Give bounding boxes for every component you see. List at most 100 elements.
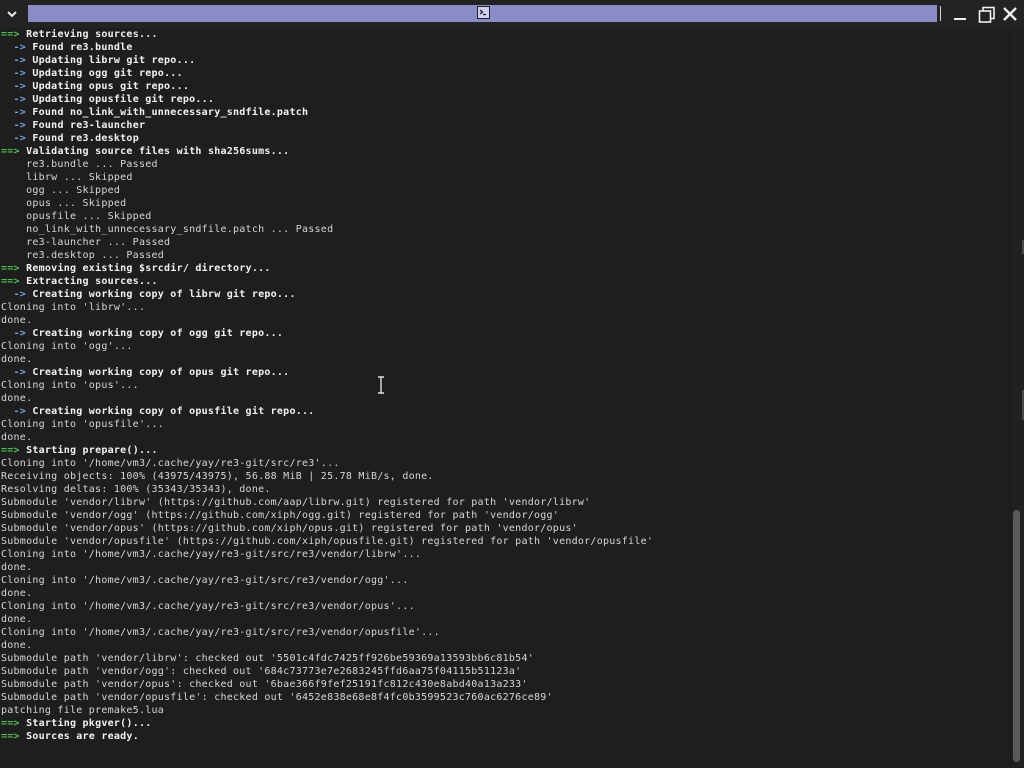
terminal-line: ==> Starting prepare()... [1, 444, 1009, 457]
terminal-icon [477, 6, 490, 19]
window-menu-button[interactable] [3, 5, 21, 23]
terminal-line: re3.bundle ... Passed [1, 159, 158, 170]
line-text: Creating working copy of ogg git repo... [32, 328, 284, 339]
terminal-line: Cloning into 'ogg'... [1, 341, 133, 352]
arrow-prefix: ==> [1, 445, 27, 456]
terminal-line: ==> Removing existing $srcdir/ directory… [1, 262, 1009, 275]
terminal-line: Submodule path 'vendor/opus': checked ou… [1, 679, 528, 690]
line-text: Creating working copy of opusfile git re… [32, 406, 315, 417]
minimize-icon [954, 18, 966, 20]
sub-arrow-prefix: -> [1, 406, 33, 417]
line-text: Starting pkgver()... [26, 718, 152, 729]
terminal-line: -> Creating working copy of opus git rep… [1, 366, 1009, 379]
terminal-line: opusfile ... Skipped [1, 211, 152, 222]
terminal-line: done. [1, 315, 33, 326]
terminal-line: ==> Validating source files with sha256s… [1, 145, 1009, 158]
terminal-line: Submodule 'vendor/opus' (https://github.… [1, 523, 578, 534]
line-text: Extracting sources... [26, 276, 158, 287]
sub-arrow-prefix: -> [1, 133, 33, 144]
terminal-line: Cloning into '/home/vm3/.cache/yay/re3-g… [1, 601, 415, 612]
minimize-button[interactable] [952, 6, 968, 22]
sub-arrow-prefix: -> [1, 120, 33, 131]
line-text: Updating opusfile git repo... [32, 94, 215, 105]
terminal-line: -> Found re3-launcher [1, 119, 1009, 132]
line-text: Validating source files with sha256sums.… [26, 146, 290, 157]
terminal-line: Submodule path 'vendor/opusfile': checke… [1, 692, 553, 703]
terminal-line: ==> Starting pkgver()... [1, 717, 1009, 730]
line-text: Found no_link_with_unnecessary_sndfile.p… [32, 107, 309, 118]
sub-arrow-prefix: -> [1, 94, 33, 105]
line-text: Found re3.desktop [32, 133, 139, 144]
terminal-line: Cloning into 'opus'... [1, 380, 139, 391]
line-text: Creating working copy of librw git repo.… [32, 289, 296, 300]
terminal-line: done. [1, 588, 33, 599]
terminal-line: -> Found no_link_with_unnecessary_sndfil… [1, 106, 1009, 119]
terminal-line: Submodule 'vendor/ogg' (https://github.c… [1, 510, 560, 521]
terminal-output[interactable]: ==> Retrieving sources... -> Found re3.b… [1, 28, 1009, 768]
maximize-button[interactable] [978, 6, 995, 23]
sub-arrow-prefix: -> [1, 81, 33, 92]
close-button[interactable] [1002, 6, 1018, 22]
line-text: Updating ogg git repo... [32, 68, 183, 79]
sub-arrow-prefix: -> [1, 289, 33, 300]
terminal-line: done. [1, 640, 33, 651]
sub-arrow-prefix: -> [1, 107, 33, 118]
window-titlebar [0, 0, 1024, 28]
terminal-line: Resolving deltas: 100% (35343/35343), do… [1, 484, 271, 495]
text-cursor-icon [378, 376, 384, 394]
line-text: Updating librw git repo... [32, 55, 196, 66]
close-icon [1003, 7, 1017, 21]
line-text: Updating opus git repo... [32, 81, 190, 92]
terminal-line: -> Creating working copy of librw git re… [1, 288, 1009, 301]
window-title-bar[interactable] [28, 5, 937, 22]
terminal-line: Submodule path 'vendor/librw': checked o… [1, 653, 534, 664]
terminal-line: librw ... Skipped [1, 172, 133, 183]
terminal-line: -> Updating opusfile git repo... [1, 93, 1009, 106]
terminal-line: Cloning into 'opusfile'... [1, 419, 165, 430]
terminal-line: Cloning into '/home/vm3/.cache/yay/re3-g… [1, 458, 340, 469]
terminal-line: Cloning into '/home/vm3/.cache/yay/re3-g… [1, 549, 422, 560]
terminal-line: Cloning into 'librw'... [1, 302, 146, 313]
terminal-line: Submodule 'vendor/opusfile' (https://git… [1, 536, 654, 547]
arrow-prefix: ==> [1, 276, 27, 287]
line-text: Creating working copy of opus git repo..… [32, 367, 290, 378]
arrow-prefix: ==> [1, 146, 27, 157]
terminal-line: re3.desktop ... Passed [1, 250, 165, 261]
terminal-line: -> Creating working copy of opusfile git… [1, 405, 1009, 418]
scrollbar-thumb[interactable] [1013, 510, 1020, 762]
sub-arrow-prefix: -> [1, 367, 33, 378]
sub-arrow-prefix: -> [1, 42, 33, 53]
line-text: Sources are ready. [26, 731, 139, 742]
terminal-line: -> Creating working copy of ogg git repo… [1, 327, 1009, 340]
arrow-prefix: ==> [1, 718, 27, 729]
line-text: Removing existing $srcdir/ directory... [26, 263, 271, 274]
terminal-line: -> Found re3.bundle [1, 41, 1009, 54]
restore-icon [978, 6, 995, 23]
terminal-line: done. [1, 354, 33, 365]
terminal-line: re3-launcher ... Passed [1, 237, 171, 248]
terminal-line: done. [1, 614, 33, 625]
terminal-line: -> Updating opus git repo... [1, 80, 1009, 93]
terminal-line: opus ... Skipped [1, 198, 127, 209]
sub-arrow-prefix: -> [1, 328, 33, 339]
terminal-line: ==> Retrieving sources... [1, 28, 1009, 41]
terminal-line: Submodule path 'vendor/ogg': checked out… [1, 666, 522, 677]
terminal-line: -> Updating ogg git repo... [1, 67, 1009, 80]
line-text: Retrieving sources... [26, 29, 158, 40]
arrow-prefix: ==> [1, 731, 27, 742]
chevron-down-icon [7, 11, 17, 18]
arrow-prefix: ==> [1, 263, 27, 274]
arrow-prefix: ==> [1, 29, 27, 40]
terminal-line: Submodule 'vendor/librw' (https://github… [1, 497, 591, 508]
titlebar-separator [940, 6, 941, 21]
terminal-line: Cloning into '/home/vm3/.cache/yay/re3-g… [1, 627, 440, 638]
terminal-line: ==> Sources are ready. [1, 730, 1009, 743]
terminal-line: Receiving objects: 100% (43975/43975), 5… [1, 471, 434, 482]
sub-arrow-prefix: -> [1, 68, 33, 79]
terminal-line: Cloning into '/home/vm3/.cache/yay/re3-g… [1, 575, 409, 586]
line-text: Found re3-launcher [32, 120, 146, 131]
terminal-line: -> Found re3.desktop [1, 132, 1009, 145]
terminal-line: -> Updating librw git repo... [1, 54, 1009, 67]
terminal-line: ogg ... Skipped [1, 185, 121, 196]
terminal-line: patching file premake5.lua [1, 705, 165, 716]
